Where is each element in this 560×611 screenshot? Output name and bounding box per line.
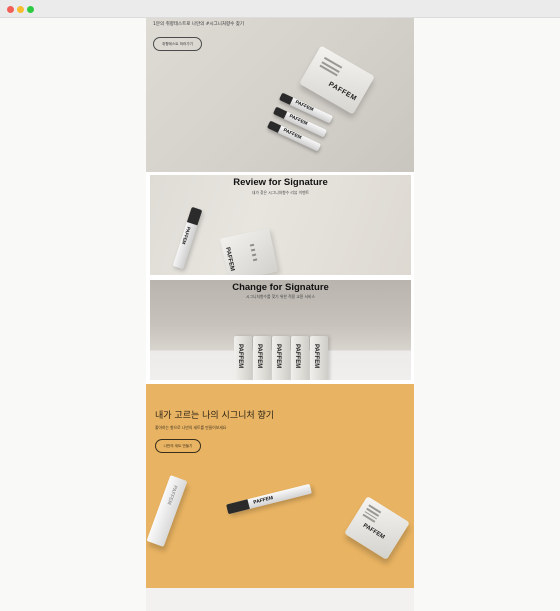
perfume-case-image: PAFFEM xyxy=(299,45,375,115)
change-subtitle: 시그니처향수를 찾기 위한 적용 교환 서비스 xyxy=(246,294,315,299)
taste-test-button[interactable]: 취향테스트 하러가기 xyxy=(153,37,202,51)
change-title: Change for Signature xyxy=(232,282,329,293)
hero-tagline: 1분의 취향테스트로 나만의 #시그니처향수 찾기 xyxy=(153,22,245,27)
perfume-case-image: PAFFEM xyxy=(291,336,309,380)
vial-brand-label: PAFFEM xyxy=(294,100,314,113)
custom-set-banner: 내가 고르는 나의 시그니처 향기 좋아하는 향으로 나만의 세트를 만들어보세… xyxy=(146,384,414,588)
review-subtitle: 내가 찾은 시그니처향수 리뷰 이벤트 xyxy=(251,190,310,195)
hero-banner: 1분의 취향테스트로 나만의 #시그니처향수 찾기 취향테스트 하러가기 PAF… xyxy=(146,18,414,172)
vial-brand-label: PAFFEM xyxy=(252,495,274,506)
change-banner[interactable]: Change for Signature 시그니처향수를 찾기 위한 적용 교환… xyxy=(150,280,411,380)
perfume-case-image: PAFFEM xyxy=(344,496,410,560)
tube-brand-label: PAFFEM xyxy=(165,484,179,506)
review-title: Review for Signature xyxy=(233,177,328,188)
case-vents xyxy=(316,56,343,83)
perfume-case-image: PAFFEM xyxy=(219,228,279,275)
make-my-set-button[interactable]: 나만의 세트 만들기 xyxy=(155,439,201,453)
case-brand-label: PAFFEM xyxy=(224,246,235,272)
close-window-button[interactable] xyxy=(7,6,14,13)
vial-brand-label: PAFFEM xyxy=(181,226,192,245)
perfume-case-image: PAFFEM xyxy=(272,336,290,380)
perfume-case-image: PAFFEM xyxy=(234,336,252,380)
perfume-case-image: PAFFEM xyxy=(310,336,328,380)
window-titlebar xyxy=(0,0,560,18)
browser-window: 1분의 취향테스트로 나만의 #시그니처향수 찾기 취향테스트 하러가기 PAF… xyxy=(0,0,560,611)
review-banner[interactable]: Review for Signature 내가 찾은 시그니처향수 리뷰 이벤트… xyxy=(150,175,411,275)
custom-set-subtitle: 좋아하는 향으로 나만의 세트를 만들어보세요 xyxy=(155,425,227,430)
perfume-case-image: PAFFEM xyxy=(253,336,271,380)
maximize-window-button[interactable] xyxy=(27,6,34,13)
page-footer-area xyxy=(146,588,414,611)
custom-set-title: 내가 고르는 나의 시그니처 향기 xyxy=(155,411,275,421)
minimize-window-button[interactable] xyxy=(17,6,24,13)
page-content: 1분의 취향테스트로 나만의 #시그니처향수 찾기 취향테스트 하러가기 PAF… xyxy=(146,18,414,611)
case-brand-label: PAFFEM xyxy=(256,344,262,369)
vial-brand-label: PAFFEM xyxy=(288,114,308,127)
case-brand-label: PAFFEM xyxy=(237,344,243,369)
case-brand-label: PAFFEM xyxy=(275,344,281,369)
perfume-vial-image: PAFFEM xyxy=(226,483,312,515)
case-brand-label: PAFFEM xyxy=(361,522,386,541)
perfume-tube-image: PAFFEM xyxy=(146,475,188,547)
perfume-vial-image: PAFFEM xyxy=(172,206,203,270)
case-brand-label: PAFFEM xyxy=(294,344,300,369)
case-brand-label: PAFFEM xyxy=(327,80,358,103)
vial-brand-label: PAFFEM xyxy=(282,128,302,141)
case-brand-label: PAFFEM xyxy=(313,344,319,369)
